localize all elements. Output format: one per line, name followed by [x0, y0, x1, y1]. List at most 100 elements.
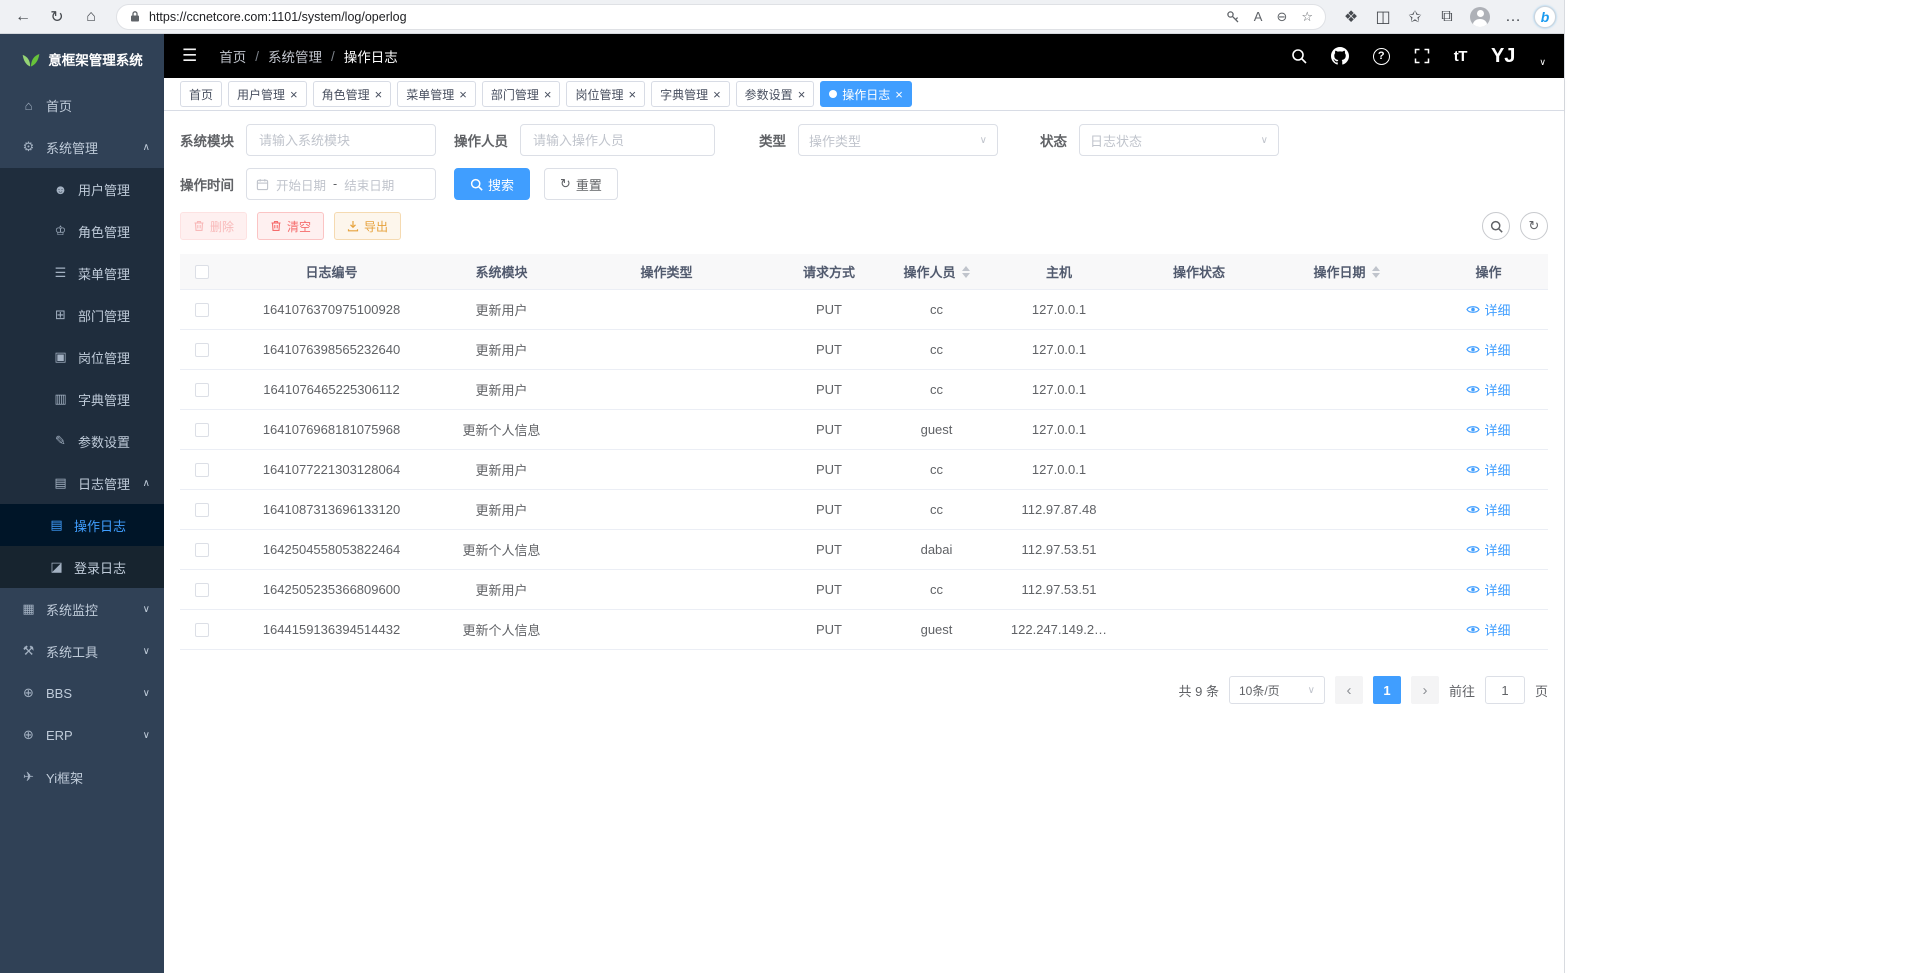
more-menu-icon[interactable]: … — [1498, 3, 1528, 31]
close-icon[interactable]: × — [459, 88, 467, 101]
sidebar-menu-item[interactable]: ▦ 系统监控 ∨ — [0, 588, 164, 630]
close-icon[interactable]: × — [544, 88, 552, 101]
sidebar-menu-item[interactable]: ⊕ BBS ∨ — [0, 672, 164, 714]
sort-asc-icon[interactable] — [1372, 266, 1380, 271]
tab[interactable]: 岗位管理 × — [566, 81, 645, 107]
close-icon[interactable]: × — [798, 88, 806, 101]
row-checkbox[interactable] — [195, 383, 209, 397]
font-size-icon[interactable]: tT — [1454, 48, 1467, 65]
close-icon[interactable]: × — [375, 88, 383, 101]
sidebar-menu-item[interactable]: ⚙ 系统管理 ∧ — [0, 126, 164, 168]
browser-home-button[interactable]: ⌂ — [76, 3, 106, 31]
sidebar-menu-item[interactable]: ✈ Yi框架 — [0, 756, 164, 798]
clear-button[interactable]: 清空 — [257, 212, 324, 240]
breadcrumb-system[interactable]: 系统管理 — [268, 46, 322, 66]
detail-link[interactable]: 详细 — [1466, 540, 1510, 559]
tab[interactable]: 参数设置 × — [736, 81, 815, 107]
detail-link[interactable]: 详细 — [1466, 380, 1510, 399]
next-page-button[interactable]: › — [1411, 676, 1439, 704]
operator-filter-input[interactable] — [520, 124, 715, 156]
app-logo[interactable]: 意框架管理系统 — [0, 34, 164, 84]
row-checkbox[interactable] — [195, 423, 209, 437]
fullscreen-icon[interactable] — [1414, 48, 1430, 64]
row-checkbox[interactable] — [195, 503, 209, 517]
detail-link[interactable]: 详细 — [1466, 620, 1510, 639]
tab[interactable]: 操作日志 × — [820, 81, 912, 107]
search-icon[interactable] — [1291, 48, 1307, 64]
detail-link[interactable]: 详细 — [1466, 460, 1510, 479]
breadcrumb-home[interactable]: 首页 — [219, 46, 246, 66]
sidebar-menu-item[interactable]: ◪ 登录日志 — [0, 546, 164, 588]
row-checkbox[interactable] — [195, 343, 209, 357]
select-all-checkbox[interactable] — [195, 265, 209, 279]
copilot-icon[interactable]: b — [1534, 6, 1556, 28]
read-aloud-icon[interactable]: A — [1254, 9, 1263, 24]
row-checkbox[interactable] — [195, 543, 209, 557]
row-checkbox[interactable] — [195, 583, 209, 597]
tab[interactable]: 部门管理 × — [482, 81, 561, 107]
prev-page-button[interactable]: ‹ — [1335, 676, 1363, 704]
row-checkbox[interactable] — [195, 303, 209, 317]
sort-icons[interactable] — [1372, 266, 1380, 278]
tab[interactable]: 用户管理 × — [228, 81, 307, 107]
detail-link[interactable]: 详细 — [1466, 420, 1510, 439]
help-icon[interactable]: ? — [1373, 48, 1390, 65]
favorites-bar-icon[interactable]: ✩ — [1400, 3, 1430, 31]
close-icon[interactable]: × — [895, 88, 903, 101]
close-icon[interactable]: × — [628, 88, 636, 101]
user-logo[interactable]: YJ — [1491, 45, 1515, 68]
toggle-search-button[interactable] — [1482, 212, 1510, 240]
detail-link[interactable]: 详细 — [1466, 300, 1510, 319]
sidebar-menu-item[interactable]: ⊕ ERP ∨ — [0, 714, 164, 756]
page-number-button[interactable]: 1 — [1373, 676, 1401, 704]
date-range-picker[interactable]: 开始日期 - 结束日期 — [246, 168, 436, 200]
password-key-icon[interactable] — [1226, 10, 1240, 24]
sort-asc-icon[interactable] — [962, 266, 970, 271]
tab[interactable]: 角色管理 × — [313, 81, 392, 107]
sidebar-menu-item[interactable]: ▤ 日志管理 ∧ — [0, 462, 164, 504]
goto-page-input[interactable] — [1485, 676, 1525, 704]
sidebar-menu-item[interactable]: ▥ 字典管理 — [0, 378, 164, 420]
zoom-out-icon[interactable]: ⊖ — [1276, 9, 1287, 25]
collections-icon[interactable]: ⧉ — [1432, 3, 1462, 31]
sidebar-menu-item[interactable]: ☰ 菜单管理 — [0, 252, 164, 294]
module-filter-input[interactable] — [246, 124, 436, 156]
row-checkbox[interactable] — [195, 463, 209, 477]
column-operator[interactable]: 操作人员 — [889, 262, 984, 281]
refresh-table-button[interactable]: ↻ — [1520, 212, 1548, 240]
detail-link[interactable]: 详细 — [1466, 500, 1510, 519]
close-icon[interactable]: × — [713, 88, 721, 101]
page-size-select[interactable]: 10条/页 ∨ — [1229, 676, 1325, 704]
sidebar-toggle-icon[interactable]: ☰ — [182, 46, 197, 66]
row-checkbox[interactable] — [195, 623, 209, 637]
extensions-icon[interactable]: ❖ — [1336, 3, 1366, 31]
type-filter-select[interactable]: 操作类型 ∨ — [798, 124, 998, 156]
profile-avatar[interactable] — [1470, 7, 1490, 27]
export-button[interactable]: 导出 — [334, 212, 401, 240]
tab[interactable]: 首页 — [180, 81, 222, 107]
sidebar-menu-item[interactable]: ⌂ 首页 — [0, 84, 164, 126]
split-screen-icon[interactable]: ◫ — [1368, 3, 1398, 31]
sidebar-menu-item[interactable]: ⚒ 系统工具 ∨ — [0, 630, 164, 672]
sidebar-menu-item[interactable]: ☻ 用户管理 — [0, 168, 164, 210]
search-button[interactable]: 搜索 — [454, 168, 530, 200]
browser-refresh-button[interactable]: ↻ — [42, 3, 72, 31]
reset-button[interactable]: ↻ 重置 — [544, 168, 618, 200]
tab[interactable]: 字典管理 × — [651, 81, 730, 107]
tab[interactable]: 菜单管理 × — [397, 81, 476, 107]
sidebar-menu-item[interactable]: ▤ 操作日志 — [0, 504, 164, 546]
detail-link[interactable]: 详细 — [1466, 340, 1510, 359]
status-filter-select[interactable]: 日志状态 ∨ — [1079, 124, 1279, 156]
sidebar-menu-item[interactable]: ✎ 参数设置 — [0, 420, 164, 462]
close-icon[interactable]: × — [290, 88, 298, 101]
chevron-down-icon[interactable]: ∨ — [1539, 57, 1546, 68]
delete-button[interactable]: 删除 — [180, 212, 247, 240]
sidebar-menu-item[interactable]: ♔ 角色管理 — [0, 210, 164, 252]
sort-desc-icon[interactable] — [962, 273, 970, 278]
github-icon[interactable] — [1331, 47, 1349, 65]
detail-link[interactable]: 详细 — [1466, 580, 1510, 599]
sort-desc-icon[interactable] — [1372, 273, 1380, 278]
favorite-star-icon[interactable]: ☆ — [1301, 9, 1313, 25]
sidebar-menu-item[interactable]: ⊞ 部门管理 — [0, 294, 164, 336]
address-bar[interactable]: https://ccnetcore.com:1101/system/log/op… — [116, 4, 1326, 30]
